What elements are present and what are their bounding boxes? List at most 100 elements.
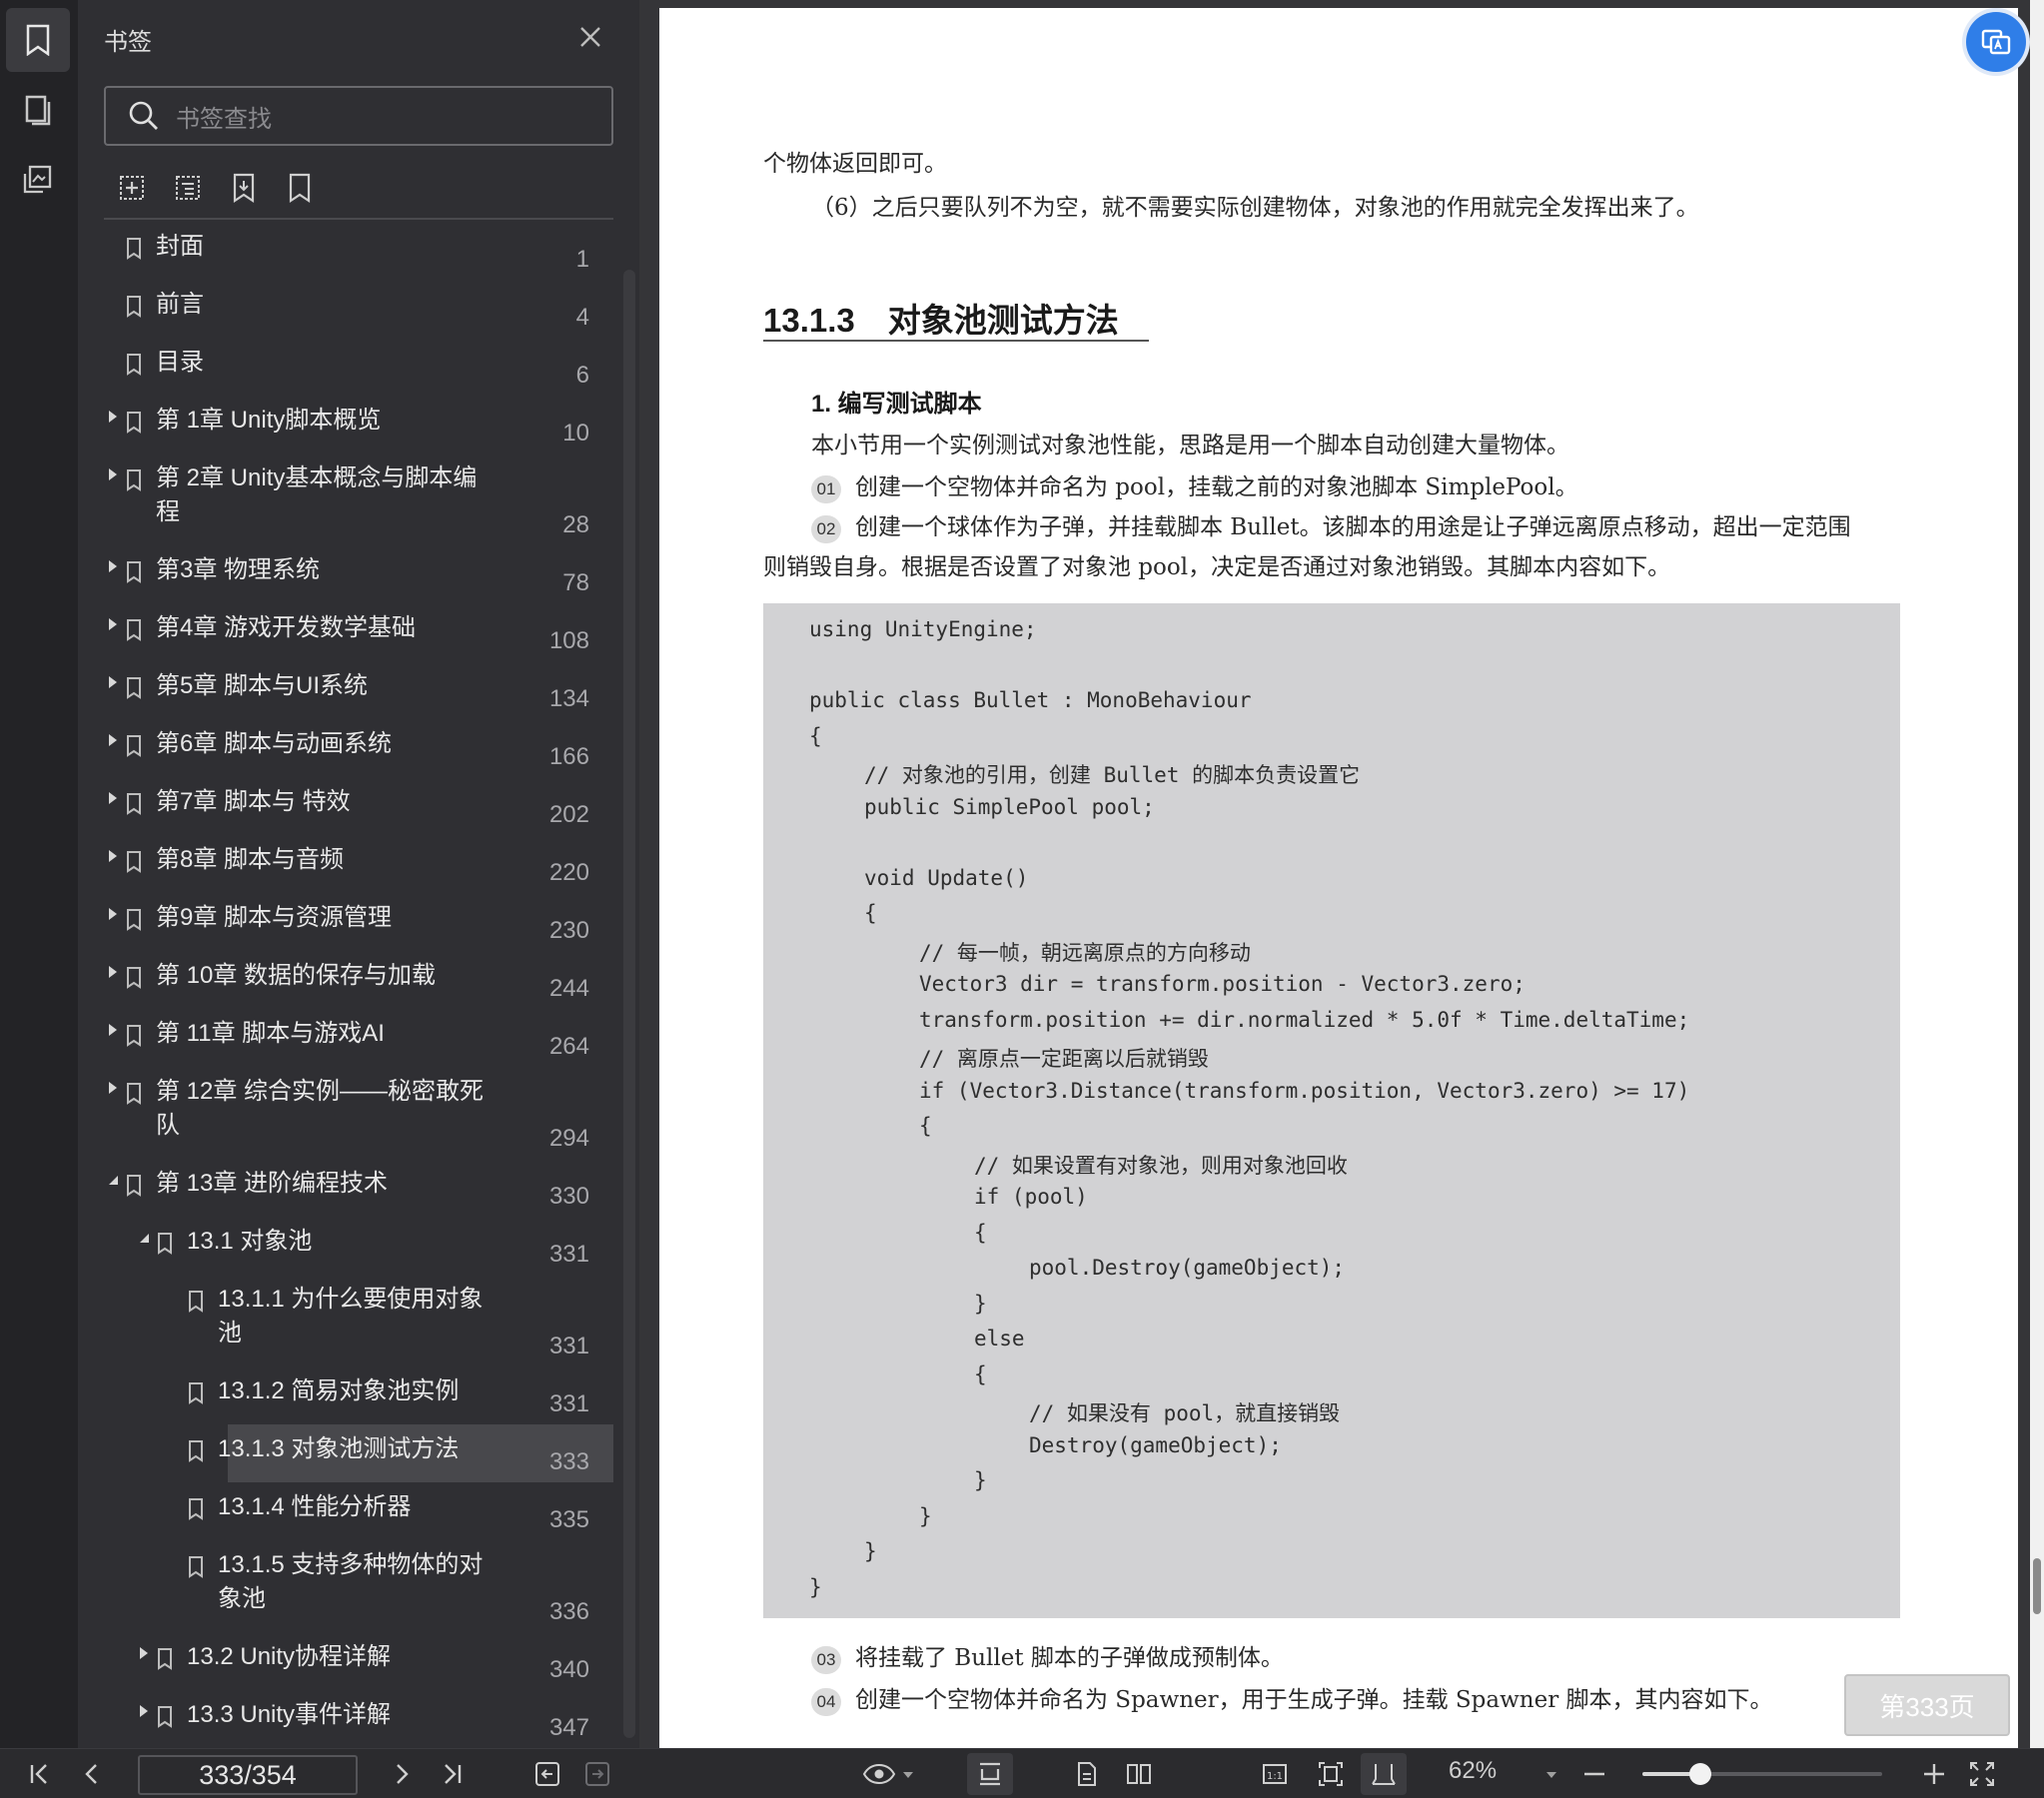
bookmarks-tab-button[interactable] bbox=[6, 8, 70, 72]
fullscreen-icon[interactable] bbox=[1968, 1760, 1996, 1788]
add-bookmark-icon[interactable] bbox=[116, 172, 148, 204]
expand-arrow-icon[interactable] bbox=[106, 410, 120, 424]
bookmark-item[interactable]: 第3章 物理系统 78 bbox=[104, 545, 613, 603]
bookmark-item[interactable]: 13.1.3 对象池测试方法 333 bbox=[189, 1424, 613, 1482]
actual-size-icon[interactable]: 1:1 bbox=[1261, 1760, 1289, 1788]
bookmark-item[interactable]: 13.1.2 简易对象池实例 331 bbox=[104, 1366, 613, 1424]
fit-width-icon[interactable] bbox=[1370, 1760, 1398, 1788]
zoom-out-icon[interactable] bbox=[1580, 1760, 1608, 1788]
bookmark-item[interactable]: 第4章 游戏开发数学基础 108 bbox=[104, 603, 613, 661]
expand-arrow-icon[interactable] bbox=[106, 733, 120, 747]
bookmark-icon[interactable] bbox=[284, 172, 316, 204]
fit-page-icon[interactable] bbox=[1317, 1760, 1345, 1788]
bookmark-item[interactable]: 13.1 对象池 331 bbox=[104, 1217, 613, 1275]
bookmark-icon bbox=[189, 1291, 203, 1313]
chevron-down-icon[interactable] bbox=[901, 1760, 915, 1788]
expand-arrow-icon[interactable] bbox=[137, 1704, 151, 1718]
code-block: using UnityEngine; public class Bullet : … bbox=[763, 603, 1900, 1618]
document-scrollbar[interactable] bbox=[2030, 0, 2044, 1748]
collapse-arrow-icon[interactable] bbox=[106, 1173, 120, 1187]
bookmark-label: 目录 bbox=[156, 349, 204, 376]
code-line: // 离原点一定距离以后就销毁 bbox=[919, 1047, 1209, 1071]
bookmark-icon bbox=[127, 677, 141, 699]
code-line: // 如果设置有对象池，则用对象池回收 bbox=[974, 1153, 1348, 1178]
bookmark-import-icon[interactable] bbox=[228, 172, 260, 204]
expand-arrow-icon[interactable] bbox=[106, 617, 120, 631]
annotations-tab-button[interactable] bbox=[6, 148, 70, 212]
bookmark-item[interactable]: 第 2章 Unity基本概念与脚本编程 28 bbox=[104, 453, 613, 545]
page-number-badge: 第333页 bbox=[1844, 1674, 2010, 1736]
code-line: else bbox=[974, 1327, 1025, 1350]
eye-mode-icon[interactable] bbox=[861, 1760, 897, 1788]
expand-arrow-icon[interactable] bbox=[106, 675, 120, 689]
add-child-bookmark-icon[interactable] bbox=[172, 172, 204, 204]
zoom-slider-knob[interactable] bbox=[1688, 1763, 1711, 1785]
previous-page-icon[interactable] bbox=[78, 1760, 106, 1788]
bookmark-label: 第 10章 数据的保存与加载 bbox=[156, 962, 437, 989]
bookmark-item[interactable]: 13.1.1 为什么要使用对象池 331 bbox=[104, 1275, 613, 1366]
bookmark-item[interactable]: 第6章 脚本与动画系统 166 bbox=[104, 719, 613, 777]
code-line: { bbox=[919, 1114, 932, 1138]
collapse-arrow-icon[interactable] bbox=[137, 1231, 151, 1245]
expand-arrow-icon[interactable] bbox=[106, 559, 120, 573]
expand-arrow-icon[interactable] bbox=[106, 965, 120, 979]
bookmark-page-number: 28 bbox=[562, 511, 589, 538]
bookmark-item[interactable]: 第 12章 综合实例——秘密敢死队 294 bbox=[104, 1067, 613, 1159]
close-icon[interactable] bbox=[575, 22, 605, 52]
bookmark-item[interactable]: 第 13章 进阶编程技术 330 bbox=[104, 1159, 613, 1217]
two-page-icon[interactable] bbox=[1125, 1760, 1153, 1788]
expand-arrow-icon[interactable] bbox=[106, 1023, 120, 1037]
first-page-icon[interactable] bbox=[26, 1760, 54, 1788]
translate-icon bbox=[1981, 29, 2011, 55]
single-page-icon[interactable] bbox=[1073, 1760, 1101, 1788]
zoom-in-icon[interactable] bbox=[1920, 1760, 1948, 1788]
bookmark-item[interactable]: 目录 6 bbox=[104, 338, 613, 396]
paragraph-line: 个物体返回即可。 bbox=[763, 151, 947, 177]
pdf-reader-window: 书签 书签查找 封面 1 前言 4 目录 6 第 1章 Unity脚本概览 10 第 2章 Un… bbox=[0, 0, 2044, 1798]
bookmark-item[interactable]: 13.1.4 性能分析器 335 bbox=[104, 1482, 613, 1540]
expand-arrow-icon[interactable] bbox=[106, 1081, 120, 1095]
bookmark-item[interactable]: 第5章 脚本与UI系统 134 bbox=[104, 661, 613, 719]
bookmark-item[interactable]: 前言 4 bbox=[104, 280, 613, 338]
zoom-level[interactable]: 62% bbox=[1449, 1757, 1497, 1785]
zoom-slider[interactable] bbox=[1642, 1763, 1882, 1785]
thumbnails-tab-button[interactable] bbox=[6, 78, 70, 142]
bookmark-label: 13.1.2 简易对象池实例 bbox=[218, 1377, 460, 1404]
bookmark-item[interactable]: 13.3 Unity事件详解 347 bbox=[104, 1690, 613, 1740]
bookmark-icon bbox=[127, 793, 141, 815]
bookmark-page-number: 166 bbox=[548, 743, 589, 770]
bookmark-search-input[interactable]: 书签查找 bbox=[104, 86, 613, 146]
bookmark-page-number: 331 bbox=[548, 1333, 589, 1359]
expand-arrow-icon[interactable] bbox=[137, 1646, 151, 1660]
floating-translate-button[interactable] bbox=[1966, 12, 2026, 72]
bookmark-item[interactable]: 第 10章 数据的保存与加载 244 bbox=[104, 951, 613, 1009]
zoom-dropdown-icon[interactable] bbox=[1544, 1760, 1558, 1788]
last-page-icon[interactable] bbox=[438, 1760, 466, 1788]
bookmark-item[interactable]: 13.2 Unity协程详解 340 bbox=[104, 1632, 613, 1690]
bookmark-page-number: 78 bbox=[562, 569, 589, 596]
bookmark-item[interactable]: 封面 1 bbox=[104, 222, 613, 280]
continuous-scroll-icon[interactable] bbox=[976, 1760, 1004, 1788]
bookmark-item[interactable]: 13.1.5 支持多种物体的对象池 336 bbox=[104, 1540, 613, 1632]
bookmark-item[interactable]: 第9章 脚本与资源管理 230 bbox=[104, 893, 613, 951]
bookmark-label: 第8章 脚本与音频 bbox=[156, 846, 345, 873]
go-back-icon[interactable] bbox=[533, 1760, 561, 1788]
bookmark-item[interactable]: 第 1章 Unity脚本概览 10 bbox=[104, 396, 613, 453]
bookmark-label: 13.1.5 支持多种物体的对象池 bbox=[218, 1551, 484, 1612]
document-scrollbar-thumb[interactable] bbox=[2033, 1558, 2041, 1614]
bookmark-item[interactable]: 第 11章 脚本与游戏AI 264 bbox=[104, 1009, 613, 1067]
next-page-icon[interactable] bbox=[388, 1760, 416, 1788]
page-number-input[interactable]: 333/354 bbox=[138, 1755, 358, 1795]
bookmark-label: 13.2 Unity协程详解 bbox=[187, 1643, 392, 1670]
expand-arrow-icon[interactable] bbox=[106, 791, 120, 805]
bookmark-icon bbox=[127, 412, 141, 434]
bookmark-scrollbar[interactable] bbox=[623, 270, 635, 1738]
code-line: pool.Destroy(gameObject); bbox=[1029, 1256, 1346, 1280]
bookmark-item[interactable]: 第7章 脚本与 特效 202 bbox=[104, 777, 613, 835]
expand-arrow-icon[interactable] bbox=[106, 849, 120, 863]
expand-arrow-icon[interactable] bbox=[106, 467, 120, 481]
go-forward-icon[interactable] bbox=[583, 1760, 611, 1788]
bookmark-item[interactable]: 第8章 脚本与音频 220 bbox=[104, 835, 613, 893]
expand-arrow-icon[interactable] bbox=[106, 907, 120, 921]
bookmark-label: 13.3 Unity事件详解 bbox=[187, 1701, 392, 1728]
